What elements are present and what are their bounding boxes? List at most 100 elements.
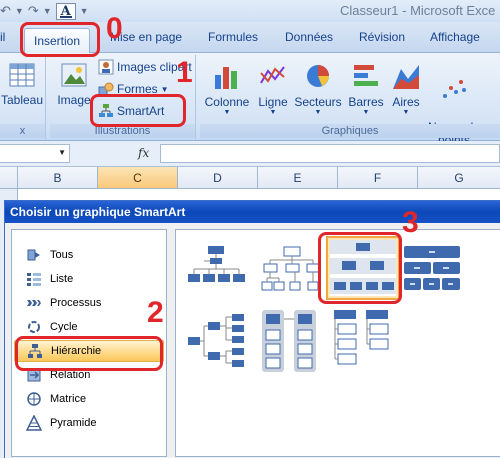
dialog-title: Choisir un graphique SmartArt — [5, 201, 500, 223]
category-item-matrice[interactable]: Matrice — [14, 388, 164, 410]
chevron-down-icon: ▼ — [402, 109, 410, 116]
image-label: Image — [57, 93, 91, 107]
font-color-button[interactable]: A — [55, 2, 76, 20]
formula-input[interactable] — [160, 144, 500, 163]
secteurs-label: Secteurs — [294, 95, 342, 109]
annotation-box-layout — [318, 232, 402, 304]
aires-button[interactable]: Aires ▼ — [388, 61, 424, 116]
chevron-down-icon: ▼ — [269, 109, 277, 116]
category-label: Processus — [50, 297, 102, 309]
horizontal-hierarchy-icon — [404, 246, 460, 290]
chevron-down-icon: ▼ — [362, 109, 370, 116]
matrix-icon — [27, 392, 41, 406]
bar-chart-icon — [354, 65, 378, 86]
dropdown-arrow-icon[interactable]: ▼ — [15, 2, 24, 20]
picture-icon — [61, 63, 87, 87]
insert-function-button[interactable]: fx — [138, 146, 149, 160]
column-header[interactable]: C — [98, 167, 178, 189]
chevron-down-icon[interactable]: ▼ — [58, 148, 66, 157]
tab-formules[interactable]: Formules — [208, 30, 258, 44]
image-button[interactable]: Image — [56, 61, 92, 107]
category-item-cycle[interactable]: Cycle — [14, 316, 164, 338]
smartart-dialog: Choisir un graphique SmartArt Tous Liste… — [4, 200, 500, 458]
column-header[interactable]: E — [258, 167, 338, 189]
annotation-step-3: 3 — [402, 206, 419, 239]
chevron-down-icon: ▼ — [223, 109, 231, 116]
select-all-corner[interactable] — [0, 167, 18, 189]
cycle-icon — [28, 321, 40, 333]
tab-accueil[interactable]: il — [0, 30, 5, 44]
chevron-down-icon: ▼ — [314, 109, 322, 116]
ligne-label: Ligne — [258, 95, 288, 109]
customize-qat-icon[interactable]: ▼ — [80, 2, 89, 20]
dropdown-arrow-icon[interactable]: ▼ — [43, 2, 52, 20]
barres-label: Barres — [348, 95, 384, 109]
tableaux-group-label: x — [0, 124, 45, 138]
ligne-button[interactable]: Ligne ▼ — [252, 61, 294, 116]
annotation-step-2: 2 — [147, 296, 164, 329]
hierarchy-list-icon — [262, 310, 316, 372]
tab-donnees[interactable]: Données — [285, 30, 333, 44]
chevron-down-icon: ▼ — [160, 84, 169, 94]
labeled-hierarchy-icon — [261, 246, 321, 291]
horizontal-org-chart-icon — [188, 314, 244, 367]
ribbon: Tableau x Image Images clipart Formes ▼ … — [0, 53, 500, 147]
pyramid-icon — [26, 415, 42, 431]
column-header[interactable]: F — [338, 167, 418, 189]
lined-list-icon — [334, 310, 389, 365]
column-header[interactable]: D — [178, 167, 258, 189]
pie-chart-icon — [307, 65, 329, 87]
process-icon — [27, 300, 41, 306]
redo-arrow-icon[interactable]: ↷ — [28, 2, 39, 20]
category-label: Matrice — [50, 393, 87, 405]
tableaux-group: Tableau x — [0, 55, 46, 139]
all-layouts-icon — [27, 249, 40, 261]
tab-affichage[interactable]: Affichage — [430, 30, 480, 44]
category-label: Liste — [50, 273, 74, 285]
category-label: Pyramide — [50, 417, 97, 429]
layout-thumbnail[interactable] — [330, 308, 392, 374]
colonne-button[interactable]: Colonne ▼ — [204, 61, 250, 116]
layout-thumbnail[interactable] — [186, 310, 252, 372]
column-header[interactable]: G — [418, 167, 500, 189]
category-label: Tous — [50, 249, 74, 261]
name-box[interactable]: ▼ — [0, 144, 70, 163]
window-title: Classeur1 - Microsoft Exce — [340, 3, 496, 18]
list-icon — [27, 273, 41, 286]
tab-revision[interactable]: Révision — [359, 30, 405, 44]
category-label: Cycle — [50, 321, 78, 333]
tableau-label: Tableau — [0, 93, 44, 107]
barres-button[interactable]: Barres ▼ — [344, 61, 388, 116]
aires-label: Aires — [392, 95, 420, 109]
category-item-liste[interactable]: Liste — [14, 268, 164, 290]
column-chart-icon — [215, 67, 237, 89]
table-icon — [9, 63, 35, 87]
category-item-pyramide[interactable]: Pyramide — [14, 412, 164, 434]
category-item-tous[interactable]: Tous — [14, 244, 164, 266]
annotation-box-smartart — [90, 94, 186, 127]
title-bar: ↶ ▼ ↷ ▼ A ▼ Classeur1 - Microsoft Exce — [0, 0, 500, 22]
clipart-icon — [98, 59, 114, 75]
colonne-label: Colonne — [204, 95, 250, 109]
layout-thumbnail[interactable] — [260, 244, 324, 296]
quick-access-toolbar: ↶ ▼ ↷ ▼ A ▼ — [0, 2, 89, 20]
annotation-box-hierarchie — [15, 336, 163, 371]
layout-thumbnail[interactable] — [402, 244, 462, 296]
scatter-chart-icon — [443, 80, 466, 98]
line-chart-icon — [260, 66, 285, 84]
formula-bar: ▼ fx — [0, 141, 500, 167]
tableau-button[interactable]: Tableau — [0, 61, 44, 107]
annotation-step-1: 1 — [176, 56, 193, 89]
graphiques-group: Colonne ▼ Ligne ▼ Secteurs ▼ Barres ▼ Ai… — [200, 55, 500, 147]
undo-arrow-icon[interactable]: ↶ — [0, 2, 11, 20]
org-chart-icon — [188, 246, 245, 282]
secteurs-button[interactable]: Secteurs ▼ — [294, 61, 342, 116]
column-header[interactable]: B — [18, 167, 98, 189]
annotation-step-0: 0 — [106, 12, 123, 45]
area-chart-icon — [393, 65, 419, 89]
graphiques-group-label: Graphiques — [200, 124, 500, 138]
category-item-processus[interactable]: Processus — [14, 292, 164, 314]
layout-thumbnail[interactable] — [260, 308, 320, 374]
layout-thumbnail[interactable] — [186, 244, 248, 296]
annotation-box-insertion — [20, 22, 100, 57]
